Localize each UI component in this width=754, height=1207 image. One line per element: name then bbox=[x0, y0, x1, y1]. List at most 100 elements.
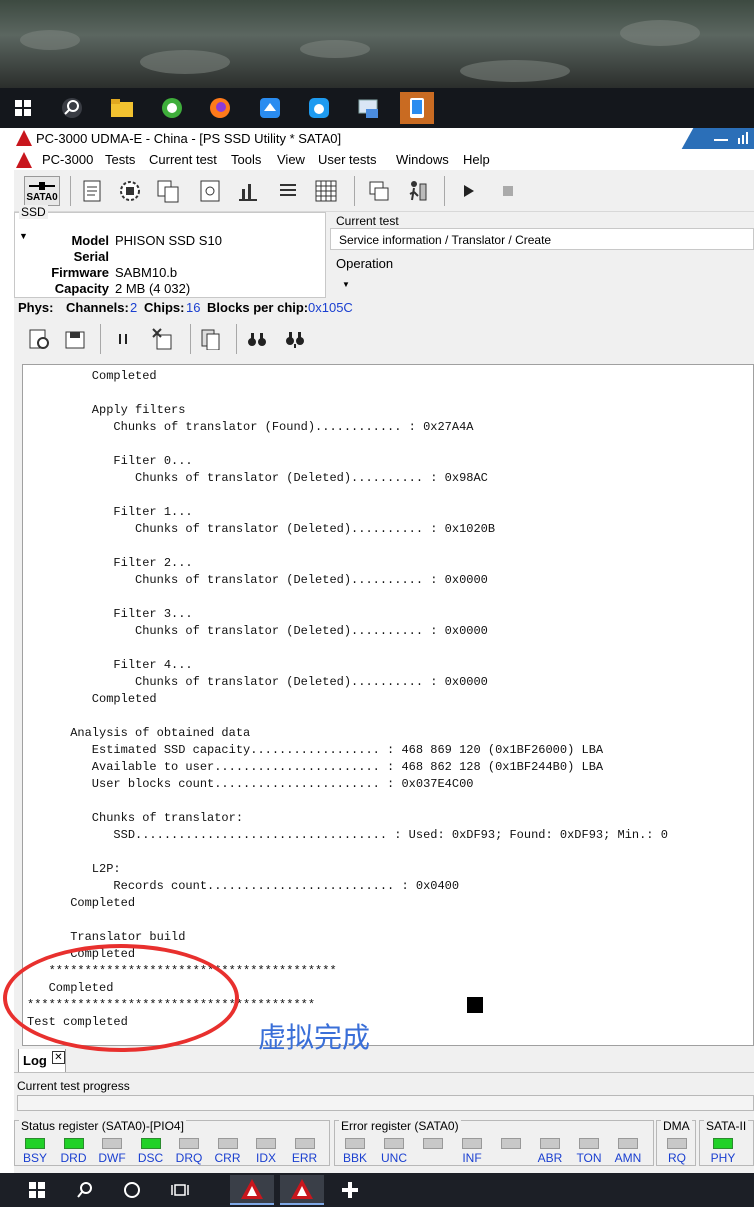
status-bit-led bbox=[217, 1138, 238, 1149]
log-toolbar bbox=[14, 318, 754, 362]
sata-port-label: SATA0 bbox=[26, 191, 58, 203]
log-line: Chunks of translator (Deleted)..........… bbox=[27, 675, 488, 689]
log-line: Apply filters bbox=[27, 403, 186, 417]
operation-dropdown-icon[interactable]: ▼ bbox=[342, 280, 350, 289]
status-bit-led-label: DSC bbox=[137, 1151, 164, 1165]
error-register-panel: Error register (SATA0) BBK UNC INF ABR TON AM… bbox=[334, 1119, 654, 1166]
run-user-icon[interactable] bbox=[402, 176, 432, 206]
stop-icon[interactable] bbox=[493, 176, 523, 206]
tab-log[interactable]: Log ✕ bbox=[18, 1049, 66, 1073]
log-line: Filter 3... bbox=[27, 607, 193, 621]
current-test-panel: Current test Service information / Trans… bbox=[328, 212, 754, 254]
menu-tests[interactable]: Tests bbox=[105, 152, 135, 167]
remote-desktop-icon[interactable] bbox=[352, 92, 386, 124]
plus-app-icon[interactable] bbox=[330, 1175, 370, 1205]
pc3000-logo-icon bbox=[16, 130, 32, 146]
error-bit-led-label: ABR bbox=[537, 1151, 563, 1165]
log-line: Completed bbox=[27, 692, 157, 706]
browser-icon[interactable] bbox=[155, 92, 189, 124]
error-bit-led bbox=[462, 1138, 482, 1149]
sata-port-button[interactable]: SATA0 bbox=[24, 176, 60, 206]
window-titlebar: PC-3000 UDMA-E - China - [PS SSD Utility… bbox=[14, 128, 754, 149]
list-tool-icon[interactable] bbox=[273, 176, 303, 206]
log-line: Chunks of translator (Deleted)..........… bbox=[27, 471, 488, 485]
log-line: Filter 0... bbox=[27, 454, 193, 468]
close-icon[interactable]: ✕ bbox=[52, 1051, 65, 1064]
error-bit-led bbox=[501, 1138, 521, 1149]
chip-settings-icon[interactable] bbox=[115, 176, 145, 206]
save-log-icon[interactable] bbox=[60, 324, 90, 354]
copy-log-icon[interactable] bbox=[196, 324, 226, 354]
log-line: Completed bbox=[27, 896, 136, 910]
menu-pc3000[interactable]: PC-3000 bbox=[42, 152, 93, 167]
cortana-icon[interactable] bbox=[112, 1175, 152, 1205]
menu-help[interactable]: Help bbox=[463, 152, 490, 167]
divider bbox=[14, 1072, 754, 1073]
error-bit-led bbox=[618, 1138, 638, 1149]
sata-bit-led bbox=[713, 1138, 733, 1149]
menu-current-test[interactable]: Current test bbox=[149, 152, 217, 167]
log-line: SSD................................... :… bbox=[27, 828, 668, 842]
find-icon[interactable] bbox=[242, 324, 272, 354]
windows-start-icon[interactable] bbox=[17, 1175, 57, 1205]
tab-log-label: Log bbox=[23, 1053, 47, 1068]
phone-app-icon[interactable] bbox=[400, 92, 434, 124]
error-bit-led-label: UNC bbox=[381, 1151, 407, 1165]
error-bit-led bbox=[345, 1138, 365, 1149]
status-bit-led-label: DWF bbox=[98, 1151, 126, 1165]
error-bit-led-label: BBK bbox=[342, 1151, 367, 1165]
log-line: Analysis of obtained data bbox=[27, 726, 251, 740]
pc3000-task-icon[interactable] bbox=[230, 1175, 274, 1205]
error-bit-led bbox=[540, 1138, 560, 1149]
log-line: Records count.......................... … bbox=[27, 879, 460, 893]
menu-tools[interactable]: Tools bbox=[231, 152, 261, 167]
bottom-taskbar bbox=[0, 1173, 754, 1207]
resource-icon[interactable] bbox=[195, 176, 225, 206]
current-test-value: Service information / Translator / Creat… bbox=[339, 233, 552, 247]
menu-bar: PC-3000 Tests Current test Tools View Us… bbox=[14, 149, 754, 170]
status-bit-led bbox=[140, 1138, 161, 1149]
blocks-value: 0x105C bbox=[308, 300, 353, 315]
app-icon[interactable] bbox=[302, 92, 336, 124]
status-bit-led-label: DRD bbox=[60, 1151, 87, 1165]
annotation-text: 虚拟完成 bbox=[258, 1021, 371, 1054]
status-bit-led-label: CRR bbox=[214, 1151, 241, 1165]
copy-chip-icon[interactable] bbox=[153, 176, 183, 206]
menu-windows[interactable]: Windows bbox=[396, 152, 449, 167]
capacity-label: Capacity bbox=[54, 281, 109, 296]
firmware-value: SABM10.b bbox=[115, 265, 178, 280]
windows-start-icon[interactable] bbox=[6, 92, 40, 124]
search-icon[interactable] bbox=[65, 1175, 105, 1205]
settings-doc-icon[interactable] bbox=[24, 324, 54, 354]
task-view-icon[interactable] bbox=[160, 1175, 200, 1205]
red-highlight-circle bbox=[3, 944, 239, 1052]
status-bit-led-label: DRQ bbox=[175, 1151, 203, 1165]
error-register-title: Error register (SATA0) bbox=[339, 1119, 461, 1133]
log-line: User blocks count.......................… bbox=[27, 777, 474, 791]
play-icon[interactable] bbox=[454, 176, 484, 206]
log-line: Chunks of translator (Found)............… bbox=[27, 420, 474, 434]
status-bit-led bbox=[256, 1138, 276, 1149]
current-test-label: Current test bbox=[336, 214, 399, 228]
error-bit-led-label: AMN bbox=[614, 1151, 642, 1165]
status-bit-led bbox=[179, 1138, 199, 1149]
pause-icon[interactable] bbox=[108, 324, 138, 354]
search-icon[interactable] bbox=[55, 92, 89, 124]
windows-stack-icon[interactable] bbox=[364, 176, 394, 206]
menu-user-tests[interactable]: User tests bbox=[318, 152, 377, 167]
error-bit-led bbox=[423, 1138, 443, 1149]
pc3000-task-icon-2[interactable] bbox=[280, 1175, 324, 1205]
scroll-doc-icon[interactable] bbox=[77, 176, 107, 206]
grid-table-icon[interactable] bbox=[311, 176, 341, 206]
dma-register-title: DMA bbox=[661, 1119, 692, 1133]
file-explorer-icon[interactable] bbox=[105, 92, 139, 124]
menu-view[interactable]: View bbox=[277, 152, 305, 167]
find-next-icon[interactable] bbox=[280, 324, 310, 354]
progress-label: Current test progress bbox=[17, 1079, 130, 1093]
firefox-icon[interactable] bbox=[203, 92, 237, 124]
operation-panel: Operation ▼ bbox=[328, 254, 754, 298]
bird-app-icon[interactable] bbox=[253, 92, 287, 124]
delete-save-icon[interactable] bbox=[148, 324, 178, 354]
ssd-group-label: SSD bbox=[19, 205, 48, 219]
chart-tool-icon[interactable] bbox=[233, 176, 263, 206]
